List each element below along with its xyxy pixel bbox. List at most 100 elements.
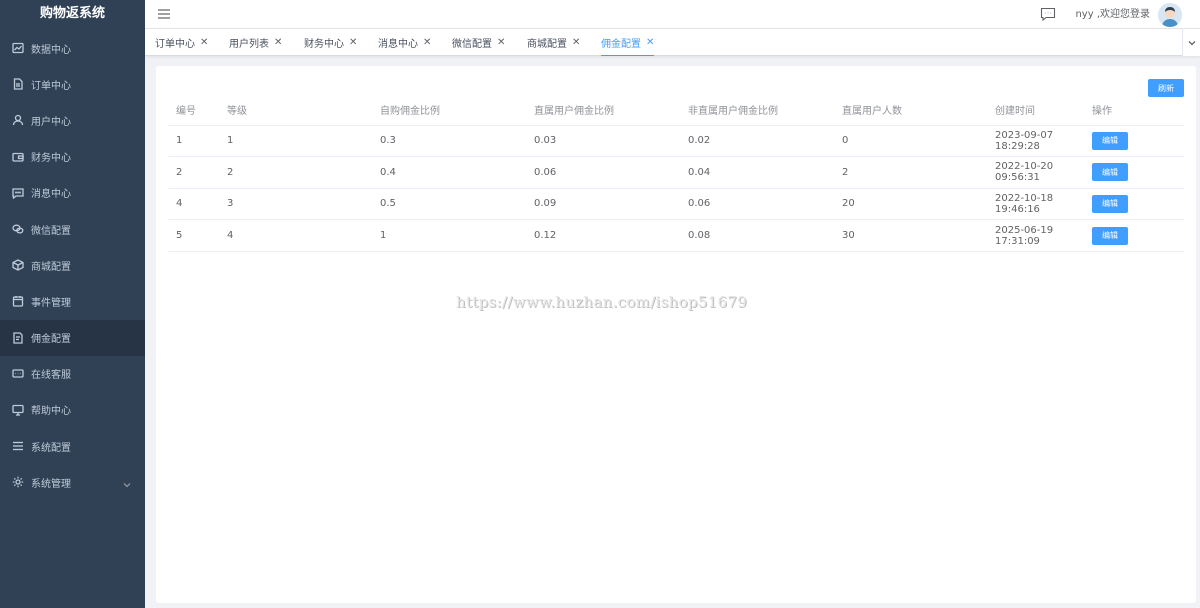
cell-indirect-ratio: 0.04	[680, 156, 834, 189]
sidebar-item-label: 数据中心	[31, 44, 71, 56]
tab-orders[interactable]: 订单中心 ✕	[155, 29, 208, 56]
close-icon[interactable]: ✕	[497, 37, 505, 48]
cell-id: 4	[168, 188, 219, 221]
sidebar-item-label: 商城配置	[31, 261, 71, 273]
table-header-row: 编号 等级 自购佣金比例 直属用户佣金比例 非直属用户佣金比例 直属用户人数 创…	[168, 94, 1184, 126]
chevron-down-icon	[123, 478, 131, 488]
user-icon	[12, 114, 24, 126]
edit-button[interactable]: 编辑	[1092, 163, 1128, 182]
table-row: 2 2 0.4 0.06 0.04 2 2022-10-20 09:56:31 …	[168, 156, 1184, 189]
tab-finance[interactable]: 财务中心 ✕	[304, 29, 357, 56]
chart-icon	[12, 42, 24, 54]
tab-label: 订单中心	[155, 39, 195, 50]
cell-level: 3	[219, 188, 372, 221]
commission-icon	[12, 331, 24, 344]
cell-actions: 编辑	[1084, 156, 1184, 189]
message-icon	[12, 187, 24, 199]
cell-indirect-ratio: 0.06	[680, 188, 834, 221]
sidebar-item-label: 财务中心	[31, 153, 71, 165]
edit-button[interactable]: 编辑	[1092, 194, 1128, 213]
tab-user-list[interactable]: 用户列表 ✕	[229, 29, 282, 56]
cell-self-ratio: 0.3	[372, 125, 526, 158]
cell-self-ratio: 1	[372, 219, 526, 252]
monitor-icon	[12, 404, 24, 416]
chat-icon	[12, 368, 24, 380]
list-icon	[12, 440, 24, 452]
close-icon[interactable]: ✕	[349, 37, 357, 48]
cell-actions: 编辑	[1084, 125, 1184, 158]
cell-created-at: 2025-06-19 17:31:09	[987, 219, 1084, 252]
sidebar-item-label: 系统配置	[31, 442, 71, 454]
sidebar-item-customer-service[interactable]: 在线客服	[0, 356, 145, 392]
column-header: 自购佣金比例	[372, 94, 526, 126]
cell-created-at: 2022-10-18 19:46:16	[987, 188, 1084, 221]
gear-icon	[12, 476, 24, 488]
column-header: 等级	[219, 94, 372, 126]
close-icon[interactable]: ✕	[200, 37, 208, 48]
cell-direct-ratio: 0.06	[526, 156, 680, 189]
column-header: 直属用户佣金比例	[526, 94, 680, 126]
sidebar-item-mall[interactable]: 商城配置	[0, 247, 145, 283]
sidebar-item-users[interactable]: 用户中心	[0, 102, 145, 138]
hamburger-icon[interactable]	[157, 7, 171, 21]
sidebar-item-messages[interactable]: 消息中心	[0, 175, 145, 211]
cell-level: 2	[219, 156, 372, 189]
sidebar-item-system-management[interactable]: 系统管理	[0, 464, 145, 500]
tab-commission[interactable]: 佣金配置 ✕	[601, 29, 655, 56]
tabs-dropdown[interactable]	[1182, 29, 1200, 56]
close-icon[interactable]: ✕	[646, 37, 654, 48]
cell-indirect-ratio: 0.08	[680, 219, 834, 252]
cell-direct-ratio: 0.09	[526, 188, 680, 221]
cell-self-ratio: 0.5	[372, 188, 526, 221]
column-header: 操作	[1084, 94, 1184, 126]
sidebar-item-finance[interactable]: 财务中心	[0, 139, 145, 175]
sidebar-item-help[interactable]: 帮助中心	[0, 392, 145, 428]
table-row: 4 3 0.5 0.09 0.06 20 2022-10-18 19:46:16…	[168, 188, 1184, 221]
sidebar: 购物返系统 数据中心 订单中心 用户中心 财务中心 消息中心 微信配置 商城配置	[0, 0, 145, 608]
app-title: 购物返系统	[39, 6, 105, 21]
cell-indirect-ratio: 0.02	[680, 125, 834, 158]
sidebar-item-data-center[interactable]: 数据中心	[0, 30, 145, 66]
sidebar-item-events[interactable]: 事件管理	[0, 283, 145, 319]
cell-direct-count: 20	[834, 188, 987, 221]
cell-self-ratio: 0.4	[372, 156, 526, 189]
column-header: 非直属用户佣金比例	[680, 94, 834, 126]
close-icon[interactable]: ✕	[572, 37, 580, 48]
sidebar-item-label: 用户中心	[31, 116, 71, 128]
cell-direct-ratio: 0.03	[526, 125, 680, 158]
cell-id: 2	[168, 156, 219, 189]
cell-id: 5	[168, 219, 219, 252]
tab-messages[interactable]: 消息中心 ✕	[378, 29, 431, 56]
message-icon[interactable]	[1040, 7, 1056, 22]
tab-wechat[interactable]: 微信配置 ✕	[452, 29, 505, 56]
sidebar-item-label: 系统管理	[31, 478, 71, 490]
cell-created-at: 2022-10-20 09:56:31	[987, 156, 1084, 189]
tab-label: 用户列表	[229, 39, 269, 50]
cell-direct-count: 30	[834, 219, 987, 252]
cell-id: 1	[168, 125, 219, 158]
sidebar-item-label: 订单中心	[31, 80, 71, 92]
cell-level: 1	[219, 125, 372, 158]
tab-label: 财务中心	[304, 39, 344, 50]
sidebar-item-commission[interactable]: 佣金配置	[0, 319, 145, 356]
cell-created-at: 2023-09-07 18:29:28	[987, 125, 1084, 158]
tabs-bar: 订单中心 ✕ 用户列表 ✕ 财务中心 ✕ 消息中心 ✕ 微信配置 ✕ 商城配置 ✕ 佣金配置…	[145, 29, 1200, 56]
edit-button[interactable]: 编辑	[1092, 226, 1128, 245]
avatar[interactable]	[1158, 3, 1182, 27]
sidebar-item-orders[interactable]: 订单中心	[0, 66, 145, 102]
sidebar-item-label: 事件管理	[31, 297, 71, 309]
column-header: 创建时间	[987, 94, 1084, 126]
tab-label: 微信配置	[452, 39, 492, 50]
close-icon[interactable]: ✕	[274, 37, 282, 48]
tab-mall[interactable]: 商城配置 ✕	[527, 29, 580, 56]
watermark-text: https://www.huzhan.com/ishop51679	[456, 293, 748, 311]
sidebar-menu: 数据中心 订单中心 用户中心 财务中心 消息中心 微信配置 商城配置 事件管理	[0, 30, 145, 500]
sidebar-item-wechat[interactable]: 微信配置	[0, 211, 145, 247]
close-icon[interactable]: ✕	[423, 37, 431, 48]
sidebar-item-label: 微信配置	[31, 225, 71, 237]
sidebar-item-system-config[interactable]: 系统配置	[0, 428, 145, 464]
sidebar-item-label: 佣金配置	[31, 334, 71, 346]
cell-actions: 编辑	[1084, 219, 1184, 252]
commission-table: 编号 等级 自购佣金比例 直属用户佣金比例 非直属用户佣金比例 直属用户人数 创…	[168, 94, 1184, 252]
edit-button[interactable]: 编辑	[1092, 131, 1128, 150]
